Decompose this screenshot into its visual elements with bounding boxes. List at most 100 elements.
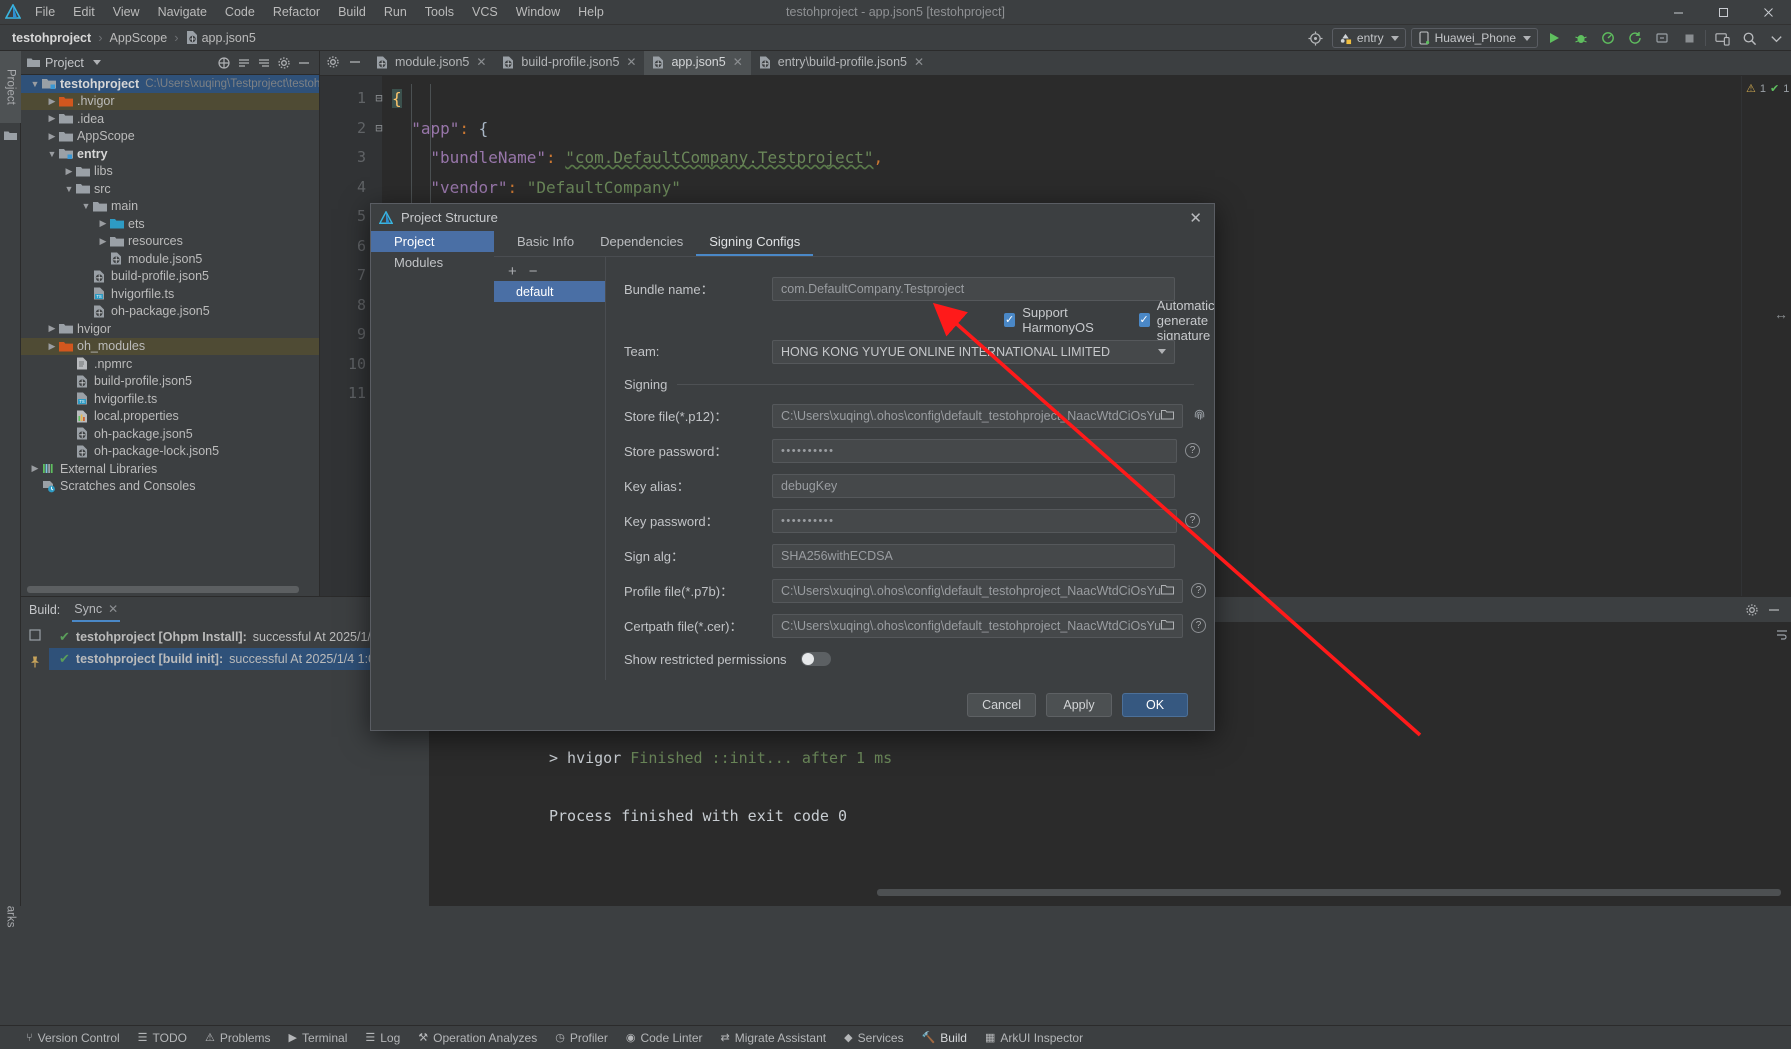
select-opened-file-icon[interactable]	[215, 54, 233, 72]
tree-item-hvigorfile-ts[interactable]: TShvigorfile.ts	[21, 285, 319, 303]
hide-panel-icon[interactable]	[1765, 601, 1783, 619]
breadcrumb-file[interactable]: app.json5	[182, 30, 260, 46]
run-configuration-selector[interactable]: entry	[1332, 28, 1406, 48]
chevron-right-icon[interactable]: ▶	[97, 236, 109, 247]
maximize-button[interactable]	[1701, 0, 1746, 25]
chevron-down-icon[interactable]: ▼	[80, 201, 92, 211]
device-manager-icon[interactable]	[1711, 27, 1733, 49]
chevron-right-icon[interactable]: ▶	[46, 96, 58, 107]
field-input-profile-file-p7b-[interactable]: C:\Users\xuqing\.ohos\config\default_tes…	[772, 579, 1183, 603]
target-icon[interactable]	[1305, 27, 1327, 49]
more-icon[interactable]	[1765, 27, 1787, 49]
settings-gear-icon[interactable]	[1743, 601, 1761, 619]
status-item-code-linter[interactable]: ◉Code Linter	[626, 1031, 703, 1045]
rerun-icon[interactable]	[1624, 27, 1646, 49]
field-input-store-password-[interactable]: ••••••••••	[772, 439, 1177, 463]
pin-icon[interactable]	[28, 655, 42, 672]
menu-build[interactable]: Build	[329, 3, 375, 21]
tab-signing-configs[interactable]: Signing Configs	[696, 234, 813, 256]
status-item-todo[interactable]: ☰TODO	[138, 1031, 187, 1045]
tree-item-oh-modules[interactable]: ▶oh_modules	[21, 338, 319, 356]
menu-view[interactable]: View	[104, 3, 149, 21]
expand-all-icon[interactable]	[235, 54, 253, 72]
restricted-permissions-toggle[interactable]	[801, 652, 831, 666]
status-item-version-control[interactable]: ⑂Version Control	[26, 1031, 120, 1045]
tree-item--npmrc[interactable]: .npmrc	[21, 355, 319, 373]
tree-item--idea[interactable]: ▶.idea	[21, 110, 319, 128]
attach-icon[interactable]	[1651, 27, 1673, 49]
breadcrumb-folder[interactable]: AppScope	[106, 30, 172, 46]
apply-button[interactable]: Apply	[1046, 693, 1112, 717]
bundle-name-input[interactable]: com.DefaultCompany.Testproject	[772, 277, 1175, 301]
fold-icon[interactable]: ⊟	[373, 84, 385, 114]
editor-tab-app-json5[interactable]: app.json5✕	[644, 51, 750, 75]
tree-item-module-json5[interactable]: module.json5	[21, 250, 319, 268]
inspection-counts[interactable]: ⚠ 1 ✔ 1 ⌄	[1742, 76, 1791, 95]
menu-run[interactable]: Run	[375, 3, 416, 21]
chevron-right-icon[interactable]: ▶	[29, 463, 41, 474]
status-item-build[interactable]: 🔨Build	[922, 1031, 967, 1045]
menu-refactor[interactable]: Refactor	[264, 3, 329, 21]
status-item-migrate-assistant[interactable]: ⇄Migrate Assistant	[721, 1031, 827, 1045]
menu-file[interactable]: File	[26, 3, 64, 21]
tree-item-appscope[interactable]: ▶AppScope	[21, 128, 319, 146]
fold-icon[interactable]: ⊟	[373, 114, 385, 144]
tree-item-oh-package-json5[interactable]: oh-package.json5	[21, 303, 319, 321]
chevron-down-icon[interactable]: ▼	[63, 184, 75, 194]
sidebar-item-project[interactable]: Project	[0, 51, 21, 123]
remove-config-button[interactable]: −	[529, 263, 538, 280]
close-icon[interactable]: ✕	[733, 55, 743, 69]
editor-tab-build-profile-json5[interactable]: build-profile.json5✕	[494, 51, 644, 75]
status-item-services[interactable]: ◆Services	[844, 1031, 903, 1045]
checkbox-auto-generate-signature[interactable]: ✓ Automatically generate signature	[1139, 298, 1214, 343]
tree-item-local-properties[interactable]: local.properties	[21, 408, 319, 426]
field-input-key-alias-[interactable]: debugKey	[772, 474, 1175, 498]
close-icon[interactable]: ✕	[476, 55, 486, 69]
hide-editor-icon[interactable]	[348, 55, 362, 72]
tree-item-hvigor[interactable]: ▶hvigor	[21, 320, 319, 338]
run-icon[interactable]	[1543, 27, 1565, 49]
editor-tab-module-json5[interactable]: module.json5✕	[368, 51, 494, 75]
scrollbar-thumb[interactable]	[27, 586, 299, 593]
cancel-button[interactable]: Cancel	[967, 693, 1036, 717]
chevron-down-icon[interactable]	[93, 60, 101, 65]
menu-code[interactable]: Code	[216, 3, 264, 21]
close-icon[interactable]: ✕	[108, 602, 118, 616]
add-config-button[interactable]: +	[508, 263, 517, 280]
tree-item-main[interactable]: ▼main	[21, 198, 319, 216]
dialog-close-icon[interactable]: ✕	[1185, 209, 1206, 227]
hide-panel-icon[interactable]	[295, 54, 313, 72]
stop-icon[interactable]	[1678, 27, 1700, 49]
menu-tools[interactable]: Tools	[416, 3, 463, 21]
dialog-nav-modules[interactable]: Modules	[371, 252, 494, 273]
tree-item-external-libraries[interactable]: ▶External Libraries	[21, 460, 319, 478]
chevron-right-icon[interactable]: ▶	[97, 218, 109, 229]
menu-vcs[interactable]: VCS	[463, 3, 507, 21]
dialog-nav-project[interactable]: Project	[371, 231, 494, 252]
project-tree-hscrollbar[interactable]	[27, 586, 297, 593]
chevron-down-icon[interactable]: ▼	[46, 149, 58, 159]
help-icon[interactable]: ?	[1185, 513, 1200, 528]
profile-icon[interactable]	[1597, 27, 1619, 49]
tree-item-ets[interactable]: ▶ets	[21, 215, 319, 233]
status-item-problems[interactable]: ⚠Problems	[205, 1031, 271, 1045]
browse-folder-icon[interactable]	[1161, 619, 1174, 633]
browse-folder-icon[interactable]	[1161, 409, 1174, 423]
tab-sync[interactable]: Sync ✕	[72, 597, 120, 622]
field-input-key-password-[interactable]: ••••••••••	[772, 509, 1177, 533]
chevron-right-icon[interactable]: ▶	[46, 323, 58, 334]
help-icon[interactable]: ?	[1185, 443, 1200, 458]
menu-help[interactable]: Help	[569, 3, 613, 21]
field-input-certpath-file-cer-[interactable]: C:\Users\xuqing\.ohos\config\default_tes…	[772, 614, 1183, 638]
close-button[interactable]	[1746, 0, 1791, 25]
chevron-right-icon[interactable]: ▶	[63, 166, 75, 177]
tree-item-entry[interactable]: ▼entry	[21, 145, 319, 163]
chevron-down-icon[interactable]: ▼	[29, 79, 41, 89]
tree-item-testohproject[interactable]: ▼testohprojectC:\Users\xuqing\Testprojec…	[21, 75, 319, 93]
settings-gear-icon[interactable]	[326, 55, 340, 72]
browse-folder-icon[interactable]	[1161, 584, 1174, 598]
help-icon[interactable]: ?	[1191, 583, 1206, 598]
console-hscrollbar[interactable]	[877, 889, 1781, 896]
tab-dependencies[interactable]: Dependencies	[587, 234, 696, 256]
device-selector[interactable]: Huawei_Phone	[1411, 28, 1538, 48]
